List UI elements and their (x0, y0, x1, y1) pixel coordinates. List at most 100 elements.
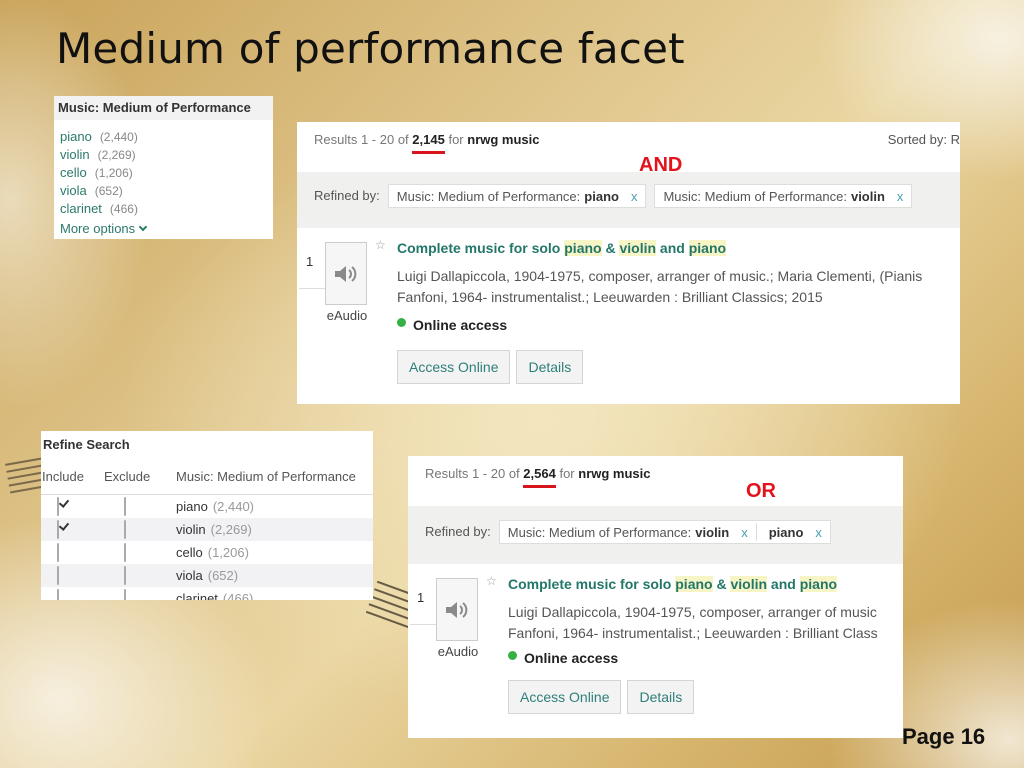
row-name: piano (176, 499, 208, 514)
facet-count: (2,269) (97, 148, 136, 162)
title-highlight: violin (730, 576, 768, 592)
remove-chip-icon[interactable]: x (815, 525, 822, 540)
access-status-text: Online access (524, 650, 619, 666)
include-checkbox[interactable] (57, 496, 59, 516)
sorted-by-dropdown[interactable]: Sorted by: R (888, 132, 960, 147)
remove-chip-icon[interactable]: x (631, 189, 638, 204)
slide-title: Medium of performance facet (56, 24, 685, 73)
access-online-button[interactable]: Access Online (508, 680, 622, 714)
row-count: (1,206) (207, 545, 249, 560)
results-total: 2,145 (412, 132, 445, 147)
refine-search-title: Refine Search (43, 437, 130, 452)
title-text: & (601, 240, 620, 256)
chip-value: piano (768, 524, 804, 540)
facet-label[interactable]: clarinet (60, 201, 102, 216)
refined-by-label: Refined by: (425, 524, 491, 539)
facet-item-clarinet[interactable]: clarinet (466) (60, 200, 273, 218)
column-exclude: Exclude (104, 469, 151, 484)
chip-prefix: Music: Medium of Performance: (396, 188, 581, 204)
remove-chip-icon[interactable]: x (897, 189, 904, 204)
refine-search-header: Include Exclude Music: Medium of Perform… (41, 461, 373, 495)
title-text: Complete music for solo (397, 240, 565, 256)
details-button[interactable]: Details (516, 350, 584, 384)
table-row: piano (2,440) (41, 495, 373, 518)
exclude-checkbox[interactable] (124, 496, 126, 516)
refined-by-bar: Refined by: Music: Medium of Performance… (297, 172, 960, 228)
star-icon[interactable]: ☆ (375, 238, 386, 252)
results-summary: Results 1 - 20 of 2,145 for nrwg music S… (297, 122, 960, 172)
include-checkbox[interactable] (57, 542, 59, 562)
divider (299, 288, 325, 289)
results-prefix: Results 1 - 20 of (425, 466, 520, 481)
refinement-chip-violin: Music: Medium of Performance: violin x (654, 184, 913, 208)
title-highlight: piano (688, 240, 727, 256)
exclude-checkbox[interactable] (124, 588, 126, 600)
title-highlight: piano (564, 240, 602, 256)
facet-label[interactable]: cello (60, 165, 87, 180)
row-count: (466) (222, 591, 254, 600)
table-row: clarinet (466) (41, 587, 373, 600)
exclude-checkbox[interactable] (124, 542, 126, 562)
record-description: Luigi Dallapiccola, 1904-1975, composer,… (397, 266, 922, 308)
include-checkbox[interactable] (57, 588, 59, 600)
access-online-button[interactable]: Access Online (397, 350, 511, 384)
audio-thumbnail[interactable] (436, 578, 478, 641)
table-row: viola (652) (41, 564, 373, 587)
exclude-checkbox[interactable] (124, 519, 126, 539)
results-query: nrwg music (467, 132, 540, 147)
desc-line: Luigi Dallapiccola, 1904-1975, composer,… (508, 604, 877, 620)
title-text: & (712, 576, 731, 592)
operator-label-or: OR (746, 480, 776, 502)
title-text: and (767, 576, 800, 592)
facet-label[interactable]: piano (60, 129, 92, 144)
title-highlight: piano (799, 576, 838, 592)
record-index: 1 (417, 590, 425, 605)
facet-item-piano[interactable]: piano (2,440) (60, 128, 273, 146)
more-options-link[interactable]: More options (54, 218, 273, 236)
star-icon[interactable]: ☆ (486, 574, 497, 588)
title-highlight: piano (675, 576, 713, 592)
record-actions: Access Online Details (508, 680, 700, 714)
row-name: clarinet (176, 591, 218, 600)
facet-label[interactable]: viola (60, 183, 87, 198)
facet-item-cello[interactable]: cello (1,206) (60, 164, 273, 182)
record-actions: Access Online Details (397, 350, 589, 384)
desc-line: Luigi Dallapiccola, 1904-1975, composer,… (397, 268, 923, 284)
desc-line: Fanfoni, 1964- instrumentalist.; Leeuwar… (397, 289, 823, 305)
title-text: and (656, 240, 689, 256)
include-checkbox[interactable] (57, 565, 59, 585)
details-button[interactable]: Details (627, 680, 695, 714)
include-checkbox[interactable] (57, 519, 59, 539)
record-title-link[interactable]: Complete music for solo piano & violin a… (397, 240, 727, 256)
exclude-checkbox[interactable] (124, 565, 126, 585)
results-prefix: Results 1 - 20 of (314, 132, 409, 147)
remove-chip-icon[interactable]: x (741, 525, 748, 540)
format-label: eAudio (437, 644, 479, 659)
record-title-link[interactable]: Complete music for solo piano & violin a… (508, 576, 838, 592)
results-total: 2,564 (523, 466, 556, 481)
results-for: for (448, 132, 464, 147)
result-record: 1 eAudio ☆ Complete music for solo piano… (408, 564, 903, 738)
chevron-down-icon (138, 222, 148, 232)
results-for: for (559, 466, 575, 481)
access-status: Online access (397, 317, 507, 333)
results-panel-and: Results 1 - 20 of 2,145 for nrwg music S… (297, 122, 960, 404)
table-row: violin (2,269) (41, 518, 373, 541)
result-record: 1 eAudio ☆ Complete music for solo piano… (297, 228, 960, 402)
row-count: (2,269) (210, 522, 252, 537)
facet-item-violin[interactable]: violin (2,269) (60, 146, 273, 164)
title-highlight: violin (619, 240, 657, 256)
title-text: Complete music for solo (508, 576, 676, 592)
facet-count: (466) (109, 202, 138, 216)
facet-label[interactable]: violin (60, 147, 90, 162)
audio-thumbnail[interactable] (325, 242, 367, 305)
facet-count: (1,206) (94, 166, 133, 180)
facet-item-viola[interactable]: viola (652) (60, 182, 273, 200)
more-options-label[interactable]: More options (60, 221, 135, 236)
chip-value: piano (584, 188, 619, 204)
results-summary: Results 1 - 20 of 2,564 for nrwg music (408, 456, 903, 506)
divider (410, 624, 436, 625)
facet-list: piano (2,440) violin (2,269) cello (1,206) … (54, 120, 273, 218)
speaker-icon (335, 265, 357, 282)
status-dot-icon (397, 317, 406, 327)
